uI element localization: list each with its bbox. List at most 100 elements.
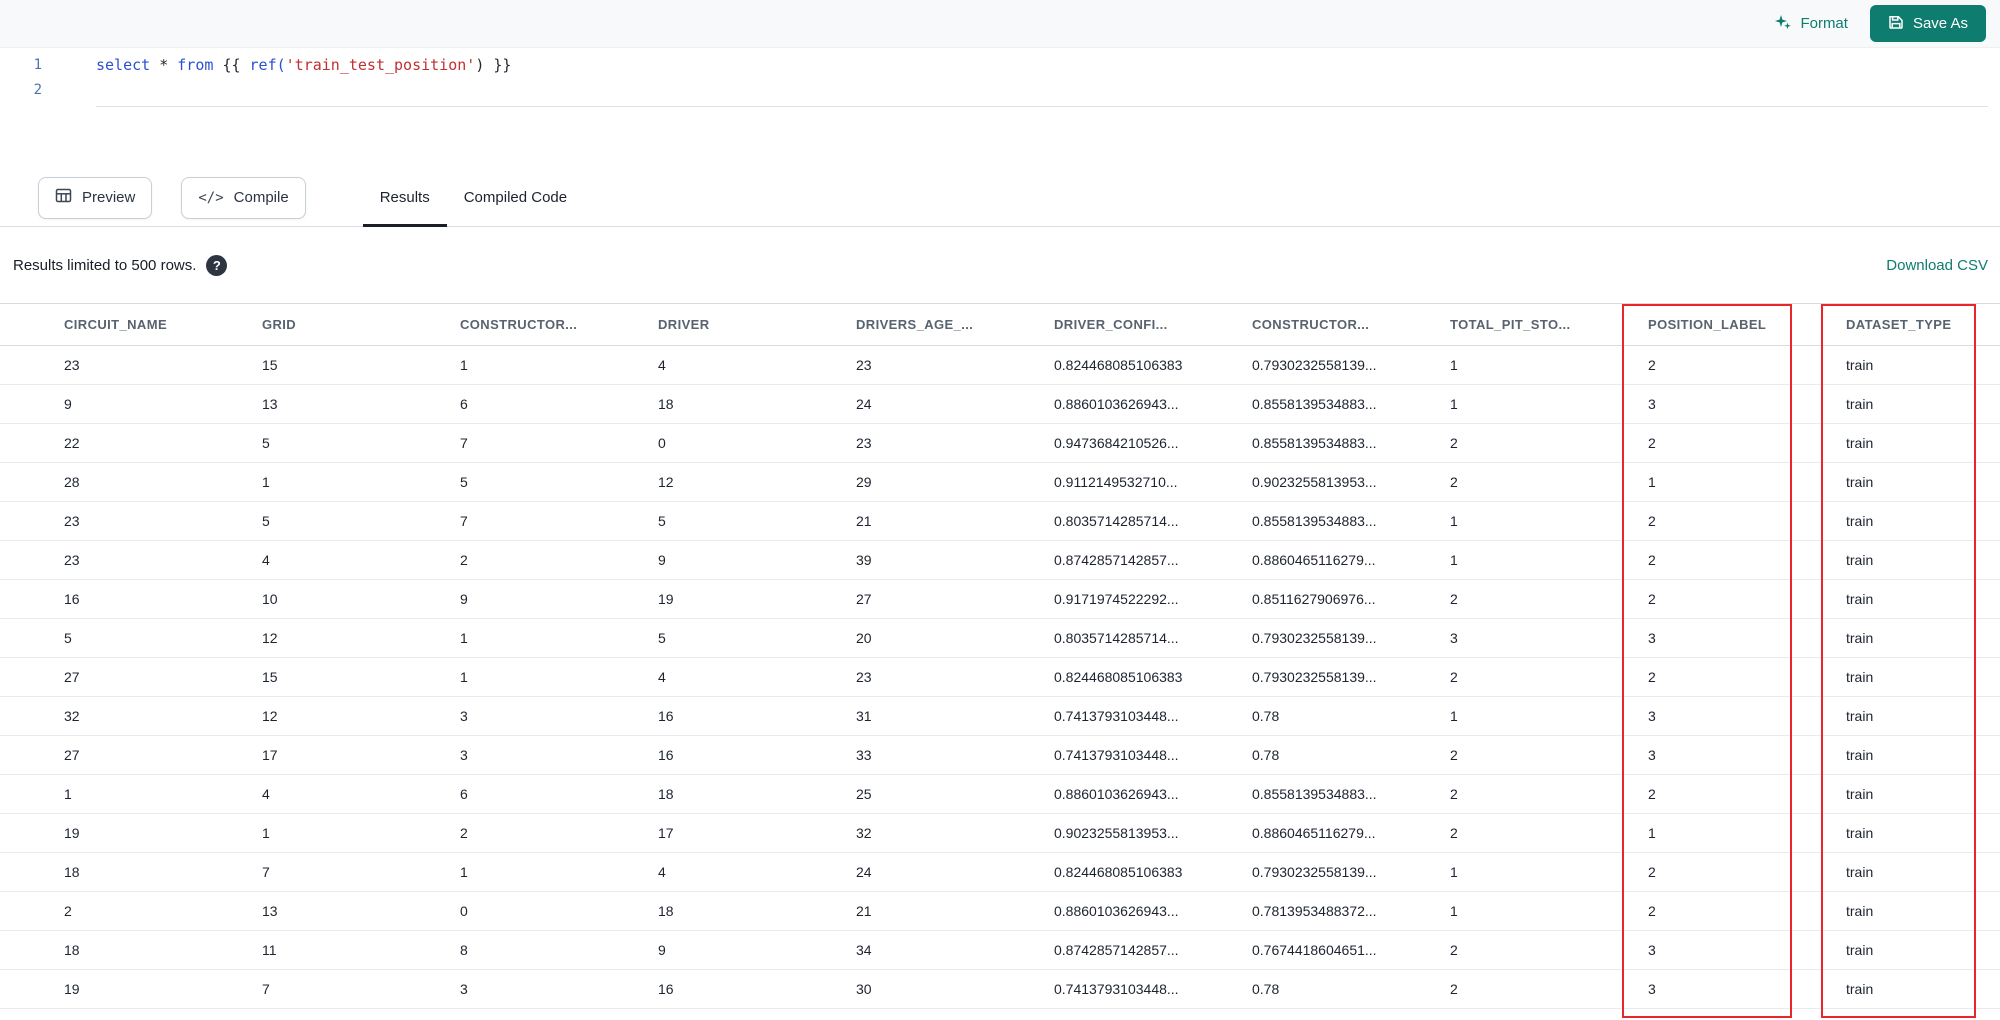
table-cell: 1: [1450, 501, 1648, 541]
table-cell: 32: [0, 696, 262, 736]
table-cell: 0.8742857142857...: [1054, 930, 1252, 970]
table-row: 19 7 3 16 30 0.7413793103448... 0.78 2 3 train: [0, 969, 2000, 1009]
table-cell: 0.824468085106383: [1054, 345, 1252, 385]
table-cell: 0.8558139534883...: [1252, 501, 1450, 541]
table-cell: 0.78: [1252, 969, 1450, 1009]
table-row: 19 1 2 17 32 0.9023255813953... 0.886046511627…: [0, 813, 2000, 853]
table-cell: 1: [1450, 345, 1648, 385]
table-row: 28 1 5 12 29 0.9112149532710... 0.902325581395…: [0, 462, 2000, 502]
table-cell: 3: [1450, 618, 1648, 658]
table-cell: 0.9112149532710...: [1054, 462, 1252, 502]
table-cell: 21: [856, 891, 1054, 931]
table-row: 2 13 0 18 21 0.8860103626943... 0.781395348837…: [0, 891, 2000, 931]
table-cell: 2: [1450, 462, 1648, 502]
table-cell: 1: [460, 852, 658, 892]
format-button[interactable]: Format: [1774, 13, 1848, 35]
table-cell: 27: [856, 579, 1054, 619]
column-header: CONSTRUCTOR...: [1252, 303, 1450, 346]
table-cell: 2: [1648, 501, 1846, 541]
table-cell: 3: [1648, 735, 1846, 775]
table-body: 23 15 1 4 23 0.824468085106383 0.7930232558139…: [0, 345, 2000, 1009]
table-cell: 1: [1648, 462, 1846, 502]
table-cell: 18: [0, 930, 262, 970]
topbar: Format Save As: [0, 0, 2000, 48]
table-cell: 2: [1648, 423, 1846, 463]
sql-editor[interactable]: 1 select * from {{ ref('train_test_posit…: [0, 48, 2000, 169]
line-number: 1: [33, 56, 42, 73]
table-row: 27 17 3 16 33 0.7413793103448... 0.78 2 3 train: [0, 735, 2000, 775]
table-cell: 0.7413793103448...: [1054, 696, 1252, 736]
table-cell: train: [1846, 423, 2000, 463]
table-cell: train: [1846, 969, 2000, 1009]
table-cell: 16: [0, 579, 262, 619]
help-icon[interactable]: ?: [206, 254, 228, 276]
table-cell: train: [1846, 813, 2000, 853]
table-row: 27 15 1 4 23 0.824468085106383 0.7930232558139…: [0, 657, 2000, 697]
table-row: 5 12 1 5 20 0.8035714285714... 0.7930232558139…: [0, 618, 2000, 658]
table-cell: train: [1846, 852, 2000, 892]
table-cell: 1: [1450, 384, 1648, 424]
table-cell: 12: [262, 618, 460, 658]
table-cell: 18: [658, 384, 856, 424]
code-token-plain: {{: [222, 55, 250, 74]
table-cell: 6: [460, 384, 658, 424]
table-cell: 3: [460, 969, 658, 1009]
compile-button[interactable]: </> Compile: [181, 176, 306, 219]
table-cell: 2: [460, 813, 658, 853]
table-row: 23 15 1 4 23 0.824468085106383 0.7930232558139…: [0, 345, 2000, 385]
table-cell: train: [1846, 657, 2000, 697]
column-header: DRIVERS_AGE_...: [856, 303, 1054, 346]
table-cell: 23: [0, 501, 262, 541]
table-cell: 2: [0, 891, 262, 931]
preview-button[interactable]: Preview: [38, 176, 153, 219]
table-cell: 5: [658, 618, 856, 658]
table-cell: 0.8860465116279...: [1252, 813, 1450, 853]
table-cell: 0.8558139534883...: [1252, 423, 1450, 463]
tab-results[interactable]: Results: [362, 169, 447, 227]
save-as-button[interactable]: Save As: [1869, 5, 1986, 42]
table-cell: 9: [460, 579, 658, 619]
code-token-keyword: from: [177, 55, 223, 74]
table-cell: 16: [658, 696, 856, 736]
code-token-plain: ) }}: [475, 55, 512, 74]
table-cell: 7: [262, 852, 460, 892]
table-cell: 22: [0, 423, 262, 463]
tab-compiled-code[interactable]: Compiled Code: [447, 169, 584, 226]
table-cell: 0.78: [1252, 735, 1450, 775]
column-header: TOTAL_PIT_STO...: [1450, 303, 1648, 346]
column-header: DRIVER: [658, 303, 856, 346]
table-cell: 23: [0, 345, 262, 385]
column-header: POSITION_LABEL: [1648, 303, 1846, 346]
table-cell: 3: [1648, 969, 1846, 1009]
table-cell: 1: [1450, 540, 1648, 580]
table-cell: 2: [1450, 930, 1648, 970]
table-cell: 0: [460, 891, 658, 931]
code-token-keyword: select: [96, 55, 160, 74]
table-grid-icon: [55, 187, 72, 208]
code-line: 2: [0, 77, 2000, 102]
table-cell: 23: [856, 345, 1054, 385]
download-csv-link[interactable]: Download CSV: [1886, 257, 1988, 274]
table-row: 23 5 7 5 21 0.8035714285714... 0.8558139534883…: [0, 501, 2000, 541]
table-cell: 25: [856, 774, 1054, 814]
preview-label: Preview: [82, 189, 136, 206]
table-cell: train: [1846, 618, 2000, 658]
table-cell: train: [1846, 462, 2000, 502]
table-cell: 2: [1648, 540, 1846, 580]
table-cell: 15: [262, 345, 460, 385]
table-row: 18 11 8 9 34 0.8742857142857... 0.767441860465…: [0, 930, 2000, 970]
table-cell: 2: [1648, 774, 1846, 814]
table-cell: 2: [1450, 735, 1648, 775]
tab-compiled-code-label: Compiled Code: [463, 189, 568, 206]
table-cell: train: [1846, 774, 2000, 814]
table-cell: 17: [262, 735, 460, 775]
table-cell: train: [1846, 735, 2000, 775]
table-cell: 0.8511627906976...: [1252, 579, 1450, 619]
code-token-string: 'train_test_position': [285, 55, 476, 74]
results-table: CIRCUIT_NAME GRID CONSTRUCTOR... DRIVER DRIV…: [0, 303, 2000, 1009]
table-cell: 2: [1450, 657, 1648, 697]
table-cell: 2: [1648, 657, 1846, 697]
table-cell: 1: [1450, 891, 1648, 931]
table-cell: 2: [1450, 969, 1648, 1009]
table-cell: 0.7813953488372...: [1252, 891, 1450, 931]
